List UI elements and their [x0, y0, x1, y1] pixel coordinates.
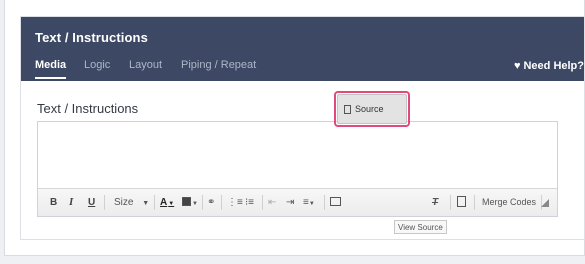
question-editor-dialog: Text / Instructions Media Logic Layout P…: [20, 16, 585, 240]
tab-bar: Media Logic Layout Piping / Repeat: [21, 59, 584, 81]
chevron-down-icon: ▼: [168, 201, 175, 207]
tab-layout[interactable]: Layout: [129, 59, 162, 71]
tab-media[interactable]: Media: [35, 59, 67, 79]
chevron-down-icon: ▼: [308, 201, 315, 207]
source-highlight-outline: [334, 91, 410, 127]
toolbar-divider: [474, 195, 475, 210]
need-help-link[interactable]: ♥ Need Help?: [514, 60, 584, 72]
font-size-dropdown[interactable]: Size ▼: [114, 196, 149, 210]
toolbar-divider: [324, 195, 325, 210]
editor-toolbar: B I U Size ▼ A▼ ▼ ⚭ ⋮≡ ⁝≡ ⇤ ⇥ ≡▼ T Merge…: [38, 188, 557, 216]
view-source-tooltip: View Source: [394, 220, 447, 234]
need-help-label: Need Help?: [523, 60, 584, 72]
background-color-icon[interactable]: [182, 197, 191, 206]
dialog-header: Text / Instructions Media Logic Layout P…: [21, 17, 584, 81]
indent-icon[interactable]: ⇥: [286, 196, 294, 209]
heart-icon: ♥: [513, 59, 521, 72]
field-label: Text / Instructions: [37, 101, 139, 116]
tab-logic[interactable]: Logic: [84, 59, 110, 71]
dialog-title: Text / Instructions: [35, 30, 148, 45]
underline-button[interactable]: U: [88, 196, 95, 209]
toolbar-divider: [262, 195, 263, 210]
numbered-list-icon[interactable]: ⋮≡: [227, 196, 243, 209]
resize-handle-icon[interactable]: [541, 199, 549, 207]
tab-piping-repeat[interactable]: Piping / Repeat: [181, 59, 256, 71]
bulleted-list-icon[interactable]: ⁝≡: [245, 196, 254, 209]
toolbar-divider: [104, 195, 105, 210]
bold-button[interactable]: B: [50, 196, 57, 209]
font-size-label: Size: [114, 197, 134, 208]
toolbar-divider: [221, 195, 222, 210]
toolbar-divider: [154, 195, 155, 210]
merge-codes-button[interactable]: Merge Codes: [482, 196, 536, 209]
text-color-button[interactable]: A▼: [160, 196, 174, 211]
rich-text-editor[interactable]: B I U Size ▼ A▼ ▼ ⚭ ⋮≡ ⁝≡ ⇤ ⇥ ≡▼ T Merge…: [37, 121, 558, 217]
outdent-icon[interactable]: ⇤: [268, 196, 276, 209]
link-icon[interactable]: ⚭: [207, 196, 215, 209]
image-icon[interactable]: [330, 197, 341, 206]
italic-button[interactable]: I: [69, 196, 73, 209]
toolbar-divider: [202, 195, 203, 210]
paste-icon[interactable]: [457, 196, 466, 207]
remove-format-icon[interactable]: T: [432, 196, 438, 209]
toolbar-divider: [450, 195, 451, 210]
align-icon[interactable]: ≡▼: [303, 196, 315, 211]
chevron-down-icon: ▼: [192, 201, 198, 207]
chevron-down-icon: ▼: [142, 200, 150, 207]
editor-content-area[interactable]: [38, 122, 557, 188]
